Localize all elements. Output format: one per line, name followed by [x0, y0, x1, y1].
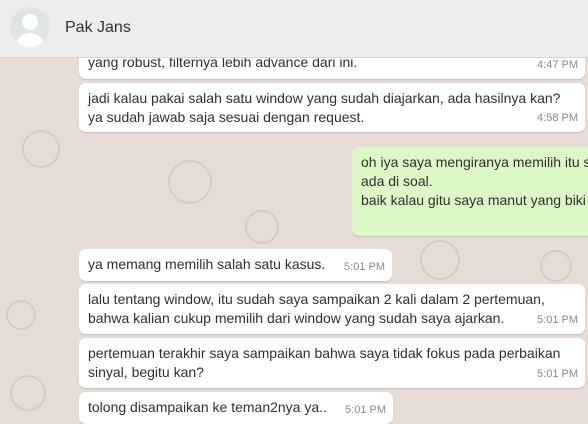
message-timestamp: 5:01 PM — [344, 261, 385, 273]
message-timestamp: 4:58 PM — [537, 112, 578, 124]
wallpaper-doodle — [420, 240, 460, 280]
wallpaper-doodle — [6, 300, 36, 330]
message-text: pertemuan terakhir saya sampaikan bahwa … — [88, 345, 561, 380]
avatar-body-shape — [15, 33, 45, 47]
avatar-head-shape — [22, 14, 38, 30]
message-text: oh iya saya mengiranya memilih itu s ada… — [361, 154, 588, 208]
wallpaper-doodle — [168, 160, 212, 204]
contact-name[interactable]: Pak Jans — [65, 19, 131, 37]
avatar[interactable] — [10, 7, 50, 47]
wallpaper-doodle — [22, 130, 60, 168]
wallpaper-doodle — [540, 250, 572, 282]
message-incoming[interactable]: ya memang memilih salah satu kasus. 5:01… — [79, 249, 392, 281]
chat-area[interactable]: yang robust, filternya lebih advance dar… — [0, 0, 588, 424]
message-timestamp: 5:01 PM — [537, 314, 578, 326]
message-incoming[interactable]: lalu tentang window, itu sudah saya samp… — [79, 284, 585, 334]
message-outgoing[interactable]: oh iya saya mengiranya memilih itu s ada… — [352, 147, 588, 236]
message-text: jadi kalau pakai salah satu window yang … — [88, 90, 561, 125]
chat-header[interactable]: Pak Jans — [0, 0, 588, 58]
wallpaper-doodle — [10, 375, 46, 411]
message-timestamp: 4:47 PM — [537, 59, 578, 71]
message-text: lalu tentang window, itu sudah saya samp… — [88, 291, 545, 326]
message-incoming[interactable]: pertemuan terakhir saya sampaikan bahwa … — [79, 338, 585, 388]
message-timestamp: 5:01 PM — [537, 368, 578, 380]
wallpaper-doodle — [245, 210, 279, 244]
message-timestamp: 5:01 PM — [345, 404, 386, 416]
message-text: tolong disampaikan ke teman2nya ya.. — [88, 399, 327, 415]
message-text: ya memang memilih salah satu kasus. — [88, 256, 326, 272]
message-incoming[interactable]: tolong disampaikan ke teman2nya ya.. 5:0… — [79, 392, 393, 424]
message-incoming[interactable]: jadi kalau pakai salah satu window yang … — [79, 83, 585, 132]
